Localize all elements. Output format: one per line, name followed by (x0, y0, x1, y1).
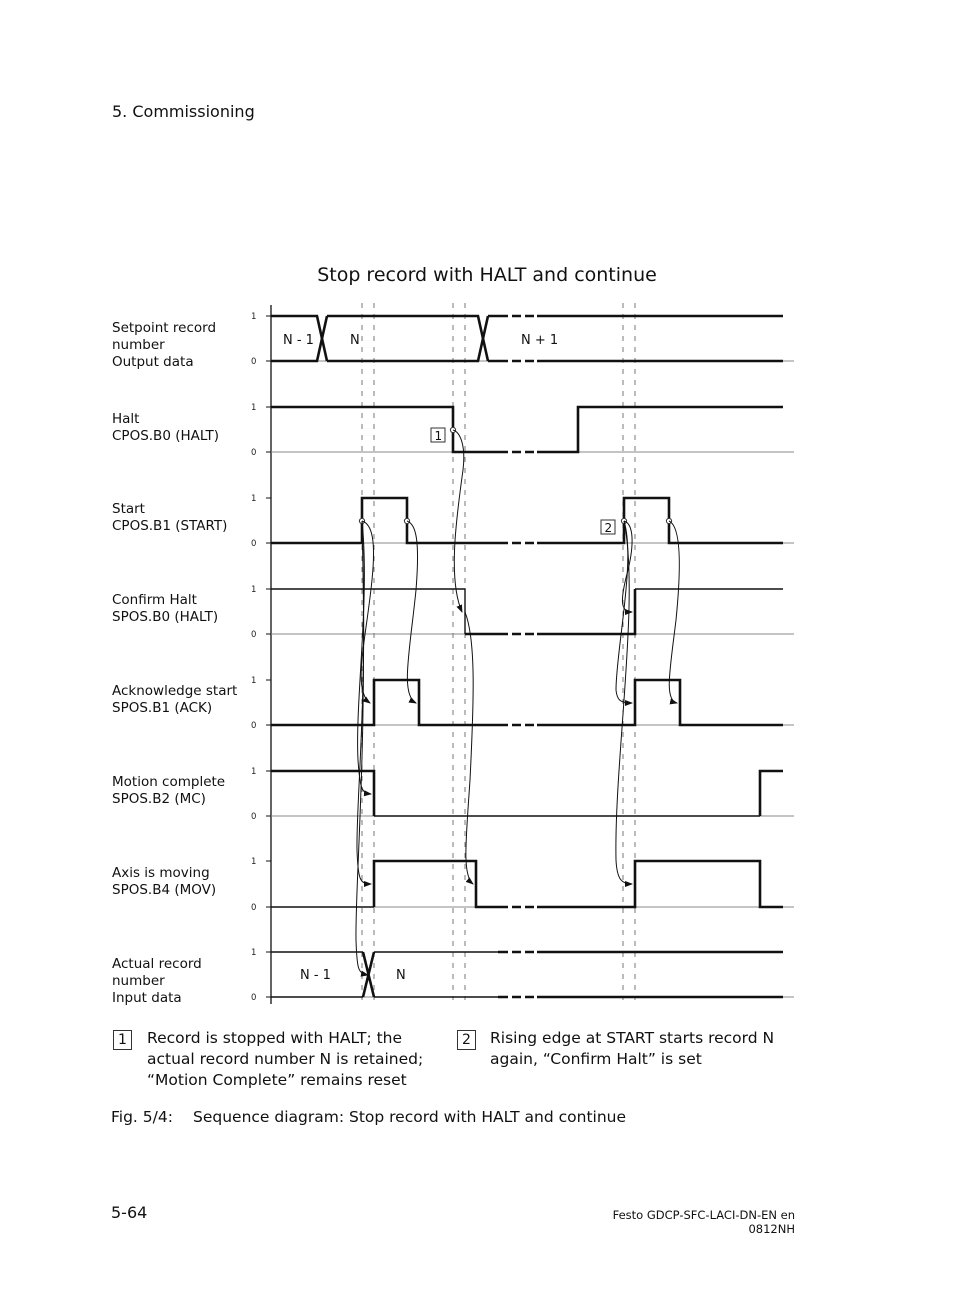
level-label-low: 0 (251, 539, 256, 549)
arrow-start2-fall-to-ack (668, 520, 680, 705)
level-label-low: 0 (251, 993, 256, 1003)
figure-number: Fig. 5/4: (111, 1108, 173, 1126)
bus-value-label: N - 1 (283, 333, 314, 348)
waveform-mc (758, 769, 783, 816)
level-label-high: 1 (251, 312, 256, 322)
note-2-text: Rising edge at START starts record N aga… (490, 1029, 775, 1068)
level-label-high: 1 (251, 948, 256, 958)
marker-box-2: 2 (457, 1030, 476, 1050)
marker-2-label: 2 (605, 521, 613, 535)
note-2: 2 Rising edge at START starts record N a… (457, 1028, 797, 1092)
level-label-high: 1 (251, 767, 256, 777)
bus-value-label: N (396, 968, 406, 983)
level-label-low: 0 (251, 630, 256, 640)
note-1: 1 Record is stopped with HALT; the actua… (113, 1028, 453, 1092)
bus-value-label: N + 1 (521, 333, 558, 348)
bus-value-label: N - 1 (300, 968, 331, 983)
note-1-text: Record is stopped with HALT; the actual … (147, 1029, 424, 1089)
level-label-low: 0 (251, 903, 256, 913)
waveform-ack (271, 678, 783, 727)
figure-caption: Fig. 5/4: Sequence diagram: Stop record w… (111, 1108, 626, 1126)
marker-box-1: 1 (113, 1030, 132, 1050)
figure-caption-text: Sequence diagram: Stop record with HALT … (193, 1108, 627, 1126)
level-label-high: 1 (251, 857, 256, 867)
arrow-start-fall-to-ack (406, 520, 419, 704)
arrow-confirm-to-mov (464, 611, 474, 885)
waveform-mov (372, 859, 783, 909)
arrow-start-to-mc (357, 520, 372, 797)
page-number: 5-64 (111, 1203, 148, 1222)
level-label-low: 0 (251, 448, 256, 458)
document-reference: Festo GDCP-SFC-LACI-DN-EN en 0812NH (612, 1208, 795, 1236)
waveform-start (271, 496, 783, 545)
waveform-confirm-halt (465, 589, 637, 636)
level-label-low: 0 (251, 812, 256, 822)
bus-value-label: N (350, 333, 360, 348)
marker-1-label: 1 (435, 429, 443, 443)
level-label-high: 1 (251, 494, 256, 504)
level-label-high: 1 (251, 403, 256, 413)
level-label-low: 0 (251, 721, 256, 731)
arrow-halt-to-confirm (452, 429, 465, 613)
waveform-halt (271, 405, 783, 454)
level-label-high: 1 (251, 585, 256, 595)
level-label-low: 0 (251, 357, 256, 367)
level-label-high: 1 (251, 676, 256, 686)
